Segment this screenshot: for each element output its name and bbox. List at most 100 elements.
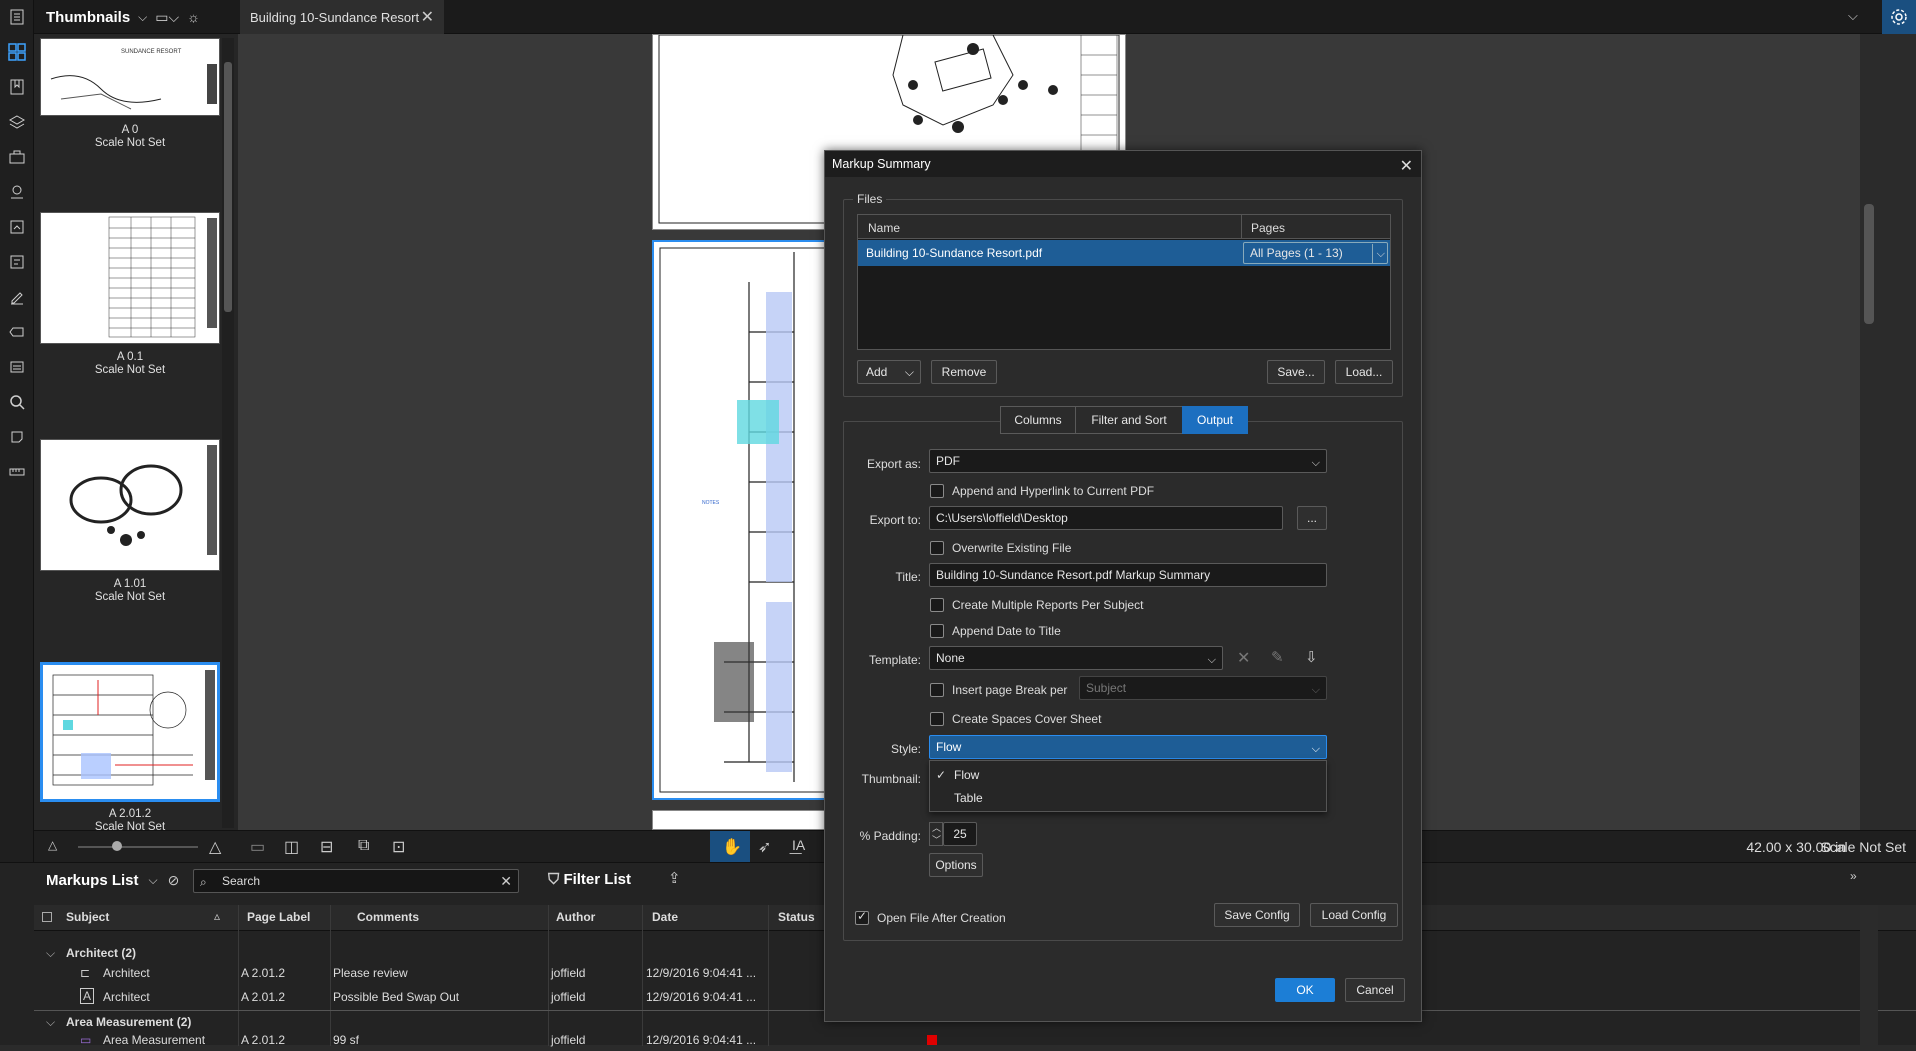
split-horizontal-icon[interactable]: ⊟ (320, 837, 333, 857)
expand-panel-icon[interactable]: » (1850, 869, 1857, 883)
chevron-down-icon[interactable]: ⌵ (149, 873, 158, 888)
page-break-checkbox[interactable] (930, 683, 944, 697)
load-files-button[interactable]: Load... (1335, 360, 1393, 384)
canvas-scrollbar[interactable] (1860, 34, 1878, 830)
stamp-icon[interactable] (5, 355, 29, 379)
multiple-reports-checkbox[interactable] (930, 598, 944, 612)
close-tab-icon[interactable]: ✕ (421, 7, 434, 27)
filter-list-button[interactable]: ⛉ Filter List (548, 871, 631, 888)
load-config-button[interactable]: Load Config (1310, 903, 1398, 927)
files-column-name[interactable]: Name (868, 221, 900, 235)
search-icon[interactable] (5, 390, 29, 414)
chevron-down-icon: ⌵ (1371, 244, 1385, 264)
sun-settings-icon[interactable]: ☼ (187, 9, 200, 25)
edit-template-icon[interactable]: ✎ (1271, 648, 1284, 666)
forms-icon[interactable] (5, 250, 29, 274)
tab-filter-sort[interactable]: Filter and Sort (1075, 406, 1183, 434)
overwrite-checkbox[interactable] (930, 541, 944, 555)
clear-search-icon[interactable]: ✕ (500, 870, 512, 892)
sync-icon[interactable]: ⧉ (358, 837, 369, 855)
thumbnail-page-a0[interactable]: SUNDANCE RESORT (40, 38, 220, 116)
signature-icon[interactable] (5, 285, 29, 309)
document-tab[interactable]: Building 10-Sundance Resort ✕ (240, 0, 444, 34)
ok-button[interactable]: OK (1275, 978, 1335, 1002)
style-option-flow[interactable]: ✓ Flow (930, 764, 1326, 786)
append-hyperlink-checkbox[interactable] (930, 484, 944, 498)
thumbnail-page-a01[interactable] (40, 212, 220, 344)
column-subject[interactable]: Subject (66, 910, 109, 924)
thumbnail-page-a101[interactable] (40, 439, 220, 571)
cancel-button[interactable]: Cancel (1345, 978, 1405, 1002)
chevron-down-icon: ⌵ (904, 365, 914, 379)
layers-icon[interactable] (5, 110, 29, 134)
file-row[interactable]: Building 10-Sundance Resort.pdf All Page… (858, 240, 1390, 266)
search-input[interactable]: ⌕ Search ✕ (193, 869, 519, 893)
files-column-pages[interactable]: Pages (1251, 221, 1285, 235)
toolbox-icon[interactable] (5, 145, 29, 169)
thumbnail-size-icon[interactable]: ▭⌵ (155, 9, 179, 26)
remove-button[interactable]: Remove (931, 360, 997, 384)
collapse-all-icon[interactable] (42, 912, 52, 922)
chevron-down-icon[interactable]: ⌵ (138, 10, 147, 25)
append-date-checkbox[interactable] (930, 624, 944, 638)
multiple-reports-label: Create Multiple Reports Per Subject (952, 598, 1144, 612)
delete-template-icon[interactable]: ✕ (1237, 648, 1250, 668)
tab-bar: Columns Filter and Sort Output (1000, 406, 1250, 436)
style-select[interactable]: Flow ⌵ (929, 735, 1327, 759)
chevron-down-icon: ⌵ (1311, 743, 1320, 755)
style-option-table[interactable]: Table (930, 787, 1326, 809)
compare-icon[interactable]: ⊡ (392, 837, 405, 857)
thumbnails-scrollbar[interactable] (222, 38, 234, 828)
column-comments[interactable]: Comments (357, 910, 419, 924)
zoom-small-icon[interactable]: △ (48, 838, 57, 852)
sheets-icon[interactable] (5, 215, 29, 239)
import-template-icon[interactable]: ⇩ (1305, 648, 1318, 666)
add-button[interactable]: Add ⌵ (857, 360, 921, 384)
single-page-icon[interactable]: ▭ (250, 837, 265, 857)
tab-output[interactable]: Output (1182, 406, 1248, 434)
hide-markups-icon[interactable]: ⊘ (168, 872, 180, 889)
title-field[interactable]: Building 10-Sundance Resort.pdf Markup S… (929, 563, 1327, 587)
padding-stepper[interactable]: ︿ ﹀ (929, 822, 943, 846)
options-button[interactable]: Options (929, 853, 983, 877)
column-date[interactable]: Date (652, 910, 678, 924)
pages-select[interactable]: All Pages (1 - 13) ⌵ (1243, 242, 1388, 264)
select-tool-icon[interactable]: ➶ (758, 837, 771, 857)
template-select[interactable]: None ⌵ (929, 646, 1223, 670)
export-to-field[interactable]: C:\Users\loffield\Desktop (929, 506, 1283, 530)
column-status[interactable]: Status (778, 910, 815, 924)
svg-text:NOTES: NOTES (702, 500, 720, 506)
bookmarks-icon[interactable] (5, 75, 29, 99)
menu-icon[interactable] (5, 5, 29, 29)
thumbnail-size-slider[interactable] (78, 841, 198, 851)
padding-field[interactable]: 25 (943, 822, 977, 846)
chevron-down-icon[interactable]: ⌵ (1848, 8, 1858, 24)
gear-icon[interactable] (1882, 0, 1916, 34)
places-icon[interactable] (5, 180, 29, 204)
pan-tool-button[interactable]: ✋ (710, 831, 750, 863)
export-icon[interactable]: ⇪ (668, 869, 681, 887)
sort-ascending-icon[interactable]: ▵ (214, 909, 220, 923)
split-vertical-icon[interactable]: ◫ (284, 837, 299, 857)
column-page-label[interactable]: Page Label (247, 910, 310, 924)
save-files-button[interactable]: Save... (1267, 360, 1325, 384)
open-after-checkbox[interactable] (855, 909, 869, 925)
close-icon[interactable]: ✕ (1400, 154, 1413, 180)
spaces-cover-checkbox[interactable] (930, 712, 944, 726)
export-as-select[interactable]: PDF ⌵ (929, 449, 1327, 473)
markups-scrollbar[interactable] (1860, 905, 1878, 1046)
zoom-large-icon[interactable]: △ (209, 837, 221, 857)
page-break-select[interactable]: Subject ⌵ (1079, 676, 1327, 700)
table-row[interactable]: ▭ Area Measurement A 2.01.2 99 sf joffie… (34, 1029, 1916, 1051)
thumbnail-page-a2012[interactable] (40, 662, 220, 802)
spaces-icon[interactable] (5, 425, 29, 449)
column-author[interactable]: Author (556, 910, 595, 924)
document-tab-title: Building 10-Sundance Resort (250, 9, 420, 25)
save-config-button[interactable]: Save Config (1214, 903, 1300, 927)
measurements-icon[interactable] (5, 460, 29, 484)
text-select-icon[interactable]: I͟A (792, 837, 805, 853)
browse-button[interactable]: ... (1297, 506, 1327, 530)
tab-columns[interactable]: Columns (1000, 406, 1076, 434)
tag-icon[interactable] (5, 320, 29, 344)
thumbnails-icon[interactable] (5, 40, 29, 64)
